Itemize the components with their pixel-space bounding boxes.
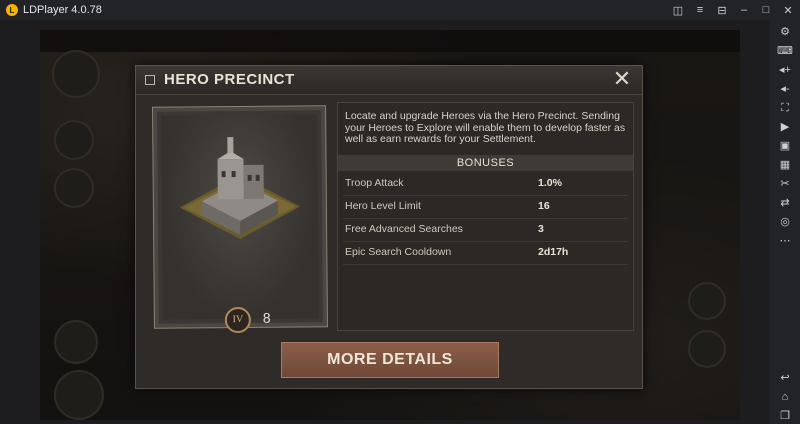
minimize-to-tray-icon[interactable]: ⊟ xyxy=(716,4,728,17)
scissors-icon[interactable]: ✂ xyxy=(777,176,793,192)
bonus-value: 16 xyxy=(538,200,550,212)
bonus-label: Troop Attack xyxy=(345,177,404,189)
volume-down-icon[interactable]: ◂- xyxy=(777,81,793,97)
volume-up-icon[interactable]: ◂+ xyxy=(777,62,793,78)
window-controls: ◫ ≡ ⊟ – □ ✕ xyxy=(672,0,794,20)
building-info-panel: Locate and upgrade Heroes via the Hero P… xyxy=(337,102,634,331)
close-icon[interactable]: ✕ xyxy=(782,4,794,17)
header-marker-icon xyxy=(145,75,155,85)
bonus-value: 3 xyxy=(538,223,544,235)
bonus-row: Hero Level Limit 16 xyxy=(343,196,628,219)
bonus-label: Free Advanced Searches xyxy=(345,223,463,235)
building-image xyxy=(161,114,319,320)
building-level-roman-badge: IV xyxy=(224,306,252,334)
building-description: Locate and upgrade Heroes via the Hero P… xyxy=(345,110,626,145)
more-icon[interactable]: ⋯ xyxy=(777,233,793,249)
home-icon[interactable]: ⌂ xyxy=(777,389,793,405)
minimize-icon[interactable]: – xyxy=(738,4,750,16)
keyboard-icon[interactable]: ⌨ xyxy=(777,43,793,59)
back-icon[interactable]: ↩ xyxy=(777,370,793,386)
menu-icon[interactable]: ≡ xyxy=(694,4,706,16)
close-button[interactable]: ✕ xyxy=(610,66,634,92)
emulator-titlebar: L LDPlayer 4.0.78 ◫ ≡ ⊟ – □ ✕ xyxy=(0,0,800,20)
building-level-number: 8 xyxy=(262,309,271,326)
bonus-row: Epic Search Cooldown 2d17h xyxy=(343,242,628,265)
bonuses-heading: BONUSES xyxy=(338,155,633,171)
dialog-header: HERO PRECINCT ✕ xyxy=(136,66,642,95)
emulator-toolbar: ⚙ ⌨ ◂+ ◂- ⛶ ▶ ▣ ▦ ✂ ⇄ ◎ ⋯ ↩ ⌂ ❐ xyxy=(770,20,800,424)
bonus-value: 2d17h xyxy=(538,246,569,258)
record-icon[interactable]: ▶ xyxy=(777,119,793,135)
bonus-value: 1.0% xyxy=(538,177,562,189)
bonus-label: Hero Level Limit xyxy=(345,200,421,212)
bonus-row: Free Advanced Searches 3 xyxy=(343,219,628,242)
maximize-icon[interactable]: □ xyxy=(760,4,772,16)
gamepad-icon[interactable]: ◫ xyxy=(672,4,684,17)
share-icon[interactable]: ⇄ xyxy=(777,195,793,211)
apk-install-icon[interactable]: ▦ xyxy=(777,157,793,173)
hero-precinct-dialog: HERO PRECINCT ✕ IV 8 Locate and upgrade … xyxy=(135,65,643,389)
fullscreen-icon[interactable]: ⛶ xyxy=(777,100,793,116)
hero-precinct-building-icon xyxy=(179,137,300,239)
settings-icon[interactable]: ⚙ xyxy=(777,24,793,40)
dialog-title: HERO PRECINCT xyxy=(164,71,295,88)
bonus-row: Troop Attack 1.0% xyxy=(343,173,628,196)
window-title: LDPlayer 4.0.78 xyxy=(23,4,102,16)
ldplayer-logo-icon: L xyxy=(6,4,18,16)
more-details-button[interactable]: MORE DETAILS xyxy=(281,342,499,378)
shake-icon[interactable]: ◎ xyxy=(777,214,793,230)
screenshot-icon[interactable]: ▣ xyxy=(777,138,793,154)
recent-apps-icon[interactable]: ❐ xyxy=(777,408,793,424)
building-image-frame: IV 8 xyxy=(152,105,328,334)
bonus-label: Epic Search Cooldown xyxy=(345,246,452,258)
